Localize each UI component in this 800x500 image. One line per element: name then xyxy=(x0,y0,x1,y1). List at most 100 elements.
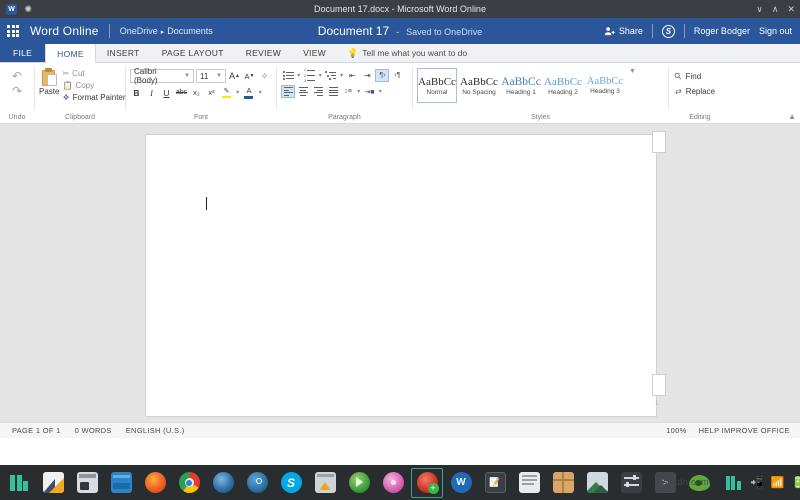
font-size-combo[interactable]: 11 ▼ xyxy=(196,69,226,83)
undo-arrow-icon[interactable]: ↶ xyxy=(8,69,26,83)
taskbar-item-photo-app[interactable] xyxy=(580,466,614,500)
format-painter-button[interactable]: ❖ Format Painter xyxy=(59,92,128,103)
numbered-list-icon[interactable]: 123 xyxy=(302,69,316,82)
tab-file[interactable]: FILE xyxy=(0,44,45,62)
zoom-level[interactable]: 100% xyxy=(666,426,686,435)
style-heading-2[interactable]: AaBbCc Heading 2 xyxy=(543,68,583,103)
multilevel-list-icon[interactable] xyxy=(324,69,338,82)
maximize-button[interactable]: ∧ xyxy=(772,5,779,14)
text-highlight-icon[interactable]: ✎ xyxy=(220,86,233,99)
align-right-icon[interactable] xyxy=(311,85,325,98)
tab-insert[interactable]: INSERT xyxy=(96,44,151,62)
grow-font-button[interactable]: A▲ xyxy=(228,70,241,83)
redo-arrow-icon[interactable]: ↷ xyxy=(8,84,26,98)
breadcrumb-item-onedrive[interactable]: OneDrive xyxy=(120,26,158,36)
language-indicator[interactable]: ENGLISH (U.S.) xyxy=(126,426,185,435)
tab-view[interactable]: VIEW xyxy=(292,44,337,62)
collapse-ribbon-chevron-up-icon[interactable]: ▲ xyxy=(788,112,796,121)
pin-icon[interactable]: ✺ xyxy=(21,2,35,16)
user-name[interactable]: Roger Bodger xyxy=(694,26,750,36)
taskbar-item-steam[interactable] xyxy=(240,466,274,500)
right-to-left-icon[interactable]: ‹¶ xyxy=(390,69,404,82)
taskbar-item-office-app[interactable]: W xyxy=(444,466,478,500)
styles-more-chevron-down-icon[interactable]: ▼ xyxy=(627,68,636,75)
subscript-button[interactable]: x₂ xyxy=(190,86,203,99)
battery-icon[interactable]: 🔋 xyxy=(791,476,800,489)
clear-formatting-icon[interactable]: ✧ xyxy=(258,70,271,83)
help-improve-office-link[interactable]: HELP IMPROVE OFFICE xyxy=(699,426,790,435)
minimize-button[interactable]: ∨ xyxy=(756,5,763,14)
share-button[interactable]: Share xyxy=(604,26,643,37)
steam-icon xyxy=(247,472,268,493)
cut-button[interactable]: ✂ Cut xyxy=(59,68,128,79)
font-color-icon[interactable]: A xyxy=(242,86,255,99)
close-button[interactable]: ✕ xyxy=(787,5,795,14)
italic-button[interactable]: I xyxy=(145,86,158,99)
page-handle-top[interactable] xyxy=(652,131,666,153)
increase-indent-icon[interactable]: ⇥ xyxy=(360,69,374,82)
shading-icon[interactable]: ⇥■ xyxy=(362,85,376,98)
document-title[interactable]: Document 17 xyxy=(318,24,389,38)
document-page[interactable] xyxy=(145,134,657,417)
bold-button[interactable]: B xyxy=(130,86,143,99)
page-handle-bottom[interactable] xyxy=(652,374,666,396)
wifi-icon[interactable]: 📶 xyxy=(771,476,785,489)
paste-button[interactable]: Paste xyxy=(39,67,59,96)
align-center-icon[interactable] xyxy=(296,85,310,98)
taskbar-item-terminal[interactable] xyxy=(308,466,342,500)
line-spacing-icon[interactable]: ↕≡ xyxy=(341,85,355,98)
find-button[interactable]: ⚲ Find xyxy=(673,70,703,83)
taskbar-item-skype[interactable]: S xyxy=(274,466,308,500)
chevron-down-icon[interactable]: ▼ xyxy=(339,73,344,79)
taskbar-item-firefox[interactable] xyxy=(138,466,172,500)
taskbar-item-manjaro-menu[interactable] xyxy=(2,466,36,500)
style-sample: AaBbCc xyxy=(544,76,582,88)
copy-button[interactable]: 📋 Copy xyxy=(59,80,128,91)
style-normal[interactable]: AaBbCc Normal xyxy=(417,68,457,103)
tab-review[interactable]: REVIEW xyxy=(235,44,292,62)
font-family-combo[interactable]: Calibri (Body) ▼ xyxy=(130,69,194,83)
superscript-button[interactable]: x² xyxy=(205,86,218,99)
taskbar-item-file-manager[interactable] xyxy=(104,466,138,500)
align-left-icon[interactable] xyxy=(281,85,295,98)
justify-icon[interactable] xyxy=(326,85,340,98)
bullet-list-icon[interactable] xyxy=(281,69,295,82)
underline-button[interactable]: U xyxy=(160,86,173,99)
tab-page-layout[interactable]: PAGE LAYOUT xyxy=(151,44,235,62)
chevron-down-icon[interactable]: ▼ xyxy=(296,73,301,79)
app-name[interactable]: Word Online xyxy=(30,24,99,38)
taskbar-item-chrome[interactable] xyxy=(172,466,206,500)
chevron-down-icon[interactable]: ▼ xyxy=(377,89,382,95)
style-no-spacing[interactable]: AaBbCc No Spacing xyxy=(459,68,499,103)
sign-out-link[interactable]: Sign out xyxy=(759,26,792,36)
left-to-right-icon[interactable]: ¶› xyxy=(375,69,389,82)
strikethrough-button[interactable]: abc xyxy=(175,86,188,99)
taskbar-item-archive-manager[interactable] xyxy=(546,466,580,500)
decrease-indent-icon[interactable]: ⇤ xyxy=(345,69,359,82)
taskbar-item-document-app[interactable] xyxy=(512,466,546,500)
tell-me-search[interactable]: 💡 Tell me what you want to do xyxy=(347,44,467,62)
chevron-down-icon[interactable]: ▼ xyxy=(235,90,240,96)
chevron-down-icon[interactable]: ▼ xyxy=(257,90,262,96)
taskbar-item-screenshot-tool[interactable] xyxy=(70,466,104,500)
chevron-down-icon[interactable]: ▼ xyxy=(356,89,361,95)
chevron-down-icon[interactable]: ▼ xyxy=(317,73,322,79)
window-titlebar[interactable]: W ✺ Document 17.docx - Microsoft Word On… xyxy=(0,0,800,18)
taskbar-item-notes-app[interactable]: 📝 xyxy=(478,466,512,500)
tab-home[interactable]: HOME xyxy=(45,44,96,63)
replace-button[interactable]: ⇄ Replace xyxy=(673,86,717,97)
taskbar-item-disc-burner[interactable] xyxy=(376,466,410,500)
breadcrumb-separator: ▸ xyxy=(161,29,165,36)
app-launcher-icon[interactable] xyxy=(0,18,26,44)
style-heading-3[interactable]: AaBbCc Heading 3 xyxy=(585,68,625,103)
breadcrumb-item-documents[interactable]: Documents xyxy=(167,26,213,36)
bluetooth-icon[interactable]: 📲 xyxy=(750,476,764,489)
style-heading-1[interactable]: AaBbCc Heading 1 xyxy=(501,68,541,103)
taskbar-item-word-online-window[interactable]: + xyxy=(410,466,444,500)
shrink-font-button[interactable]: A▼ xyxy=(243,70,256,83)
document-canvas[interactable]: 1 xyxy=(0,124,800,422)
taskbar-item-thunderbird[interactable] xyxy=(206,466,240,500)
taskbar-item-image-viewer[interactable] xyxy=(36,466,70,500)
skype-icon[interactable]: S xyxy=(662,25,675,38)
taskbar-item-audio-player[interactable] xyxy=(342,466,376,500)
